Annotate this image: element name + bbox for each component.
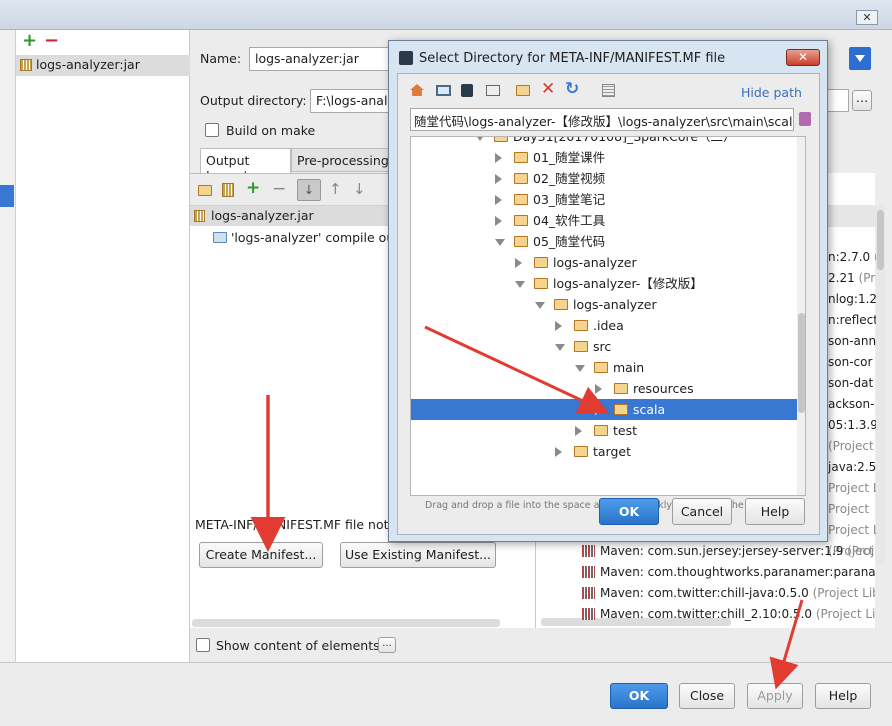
annotation-arrows — [250, 325, 804, 690]
arrow-to-apply — [769, 599, 804, 690]
arrow-to-scala — [424, 325, 609, 414]
